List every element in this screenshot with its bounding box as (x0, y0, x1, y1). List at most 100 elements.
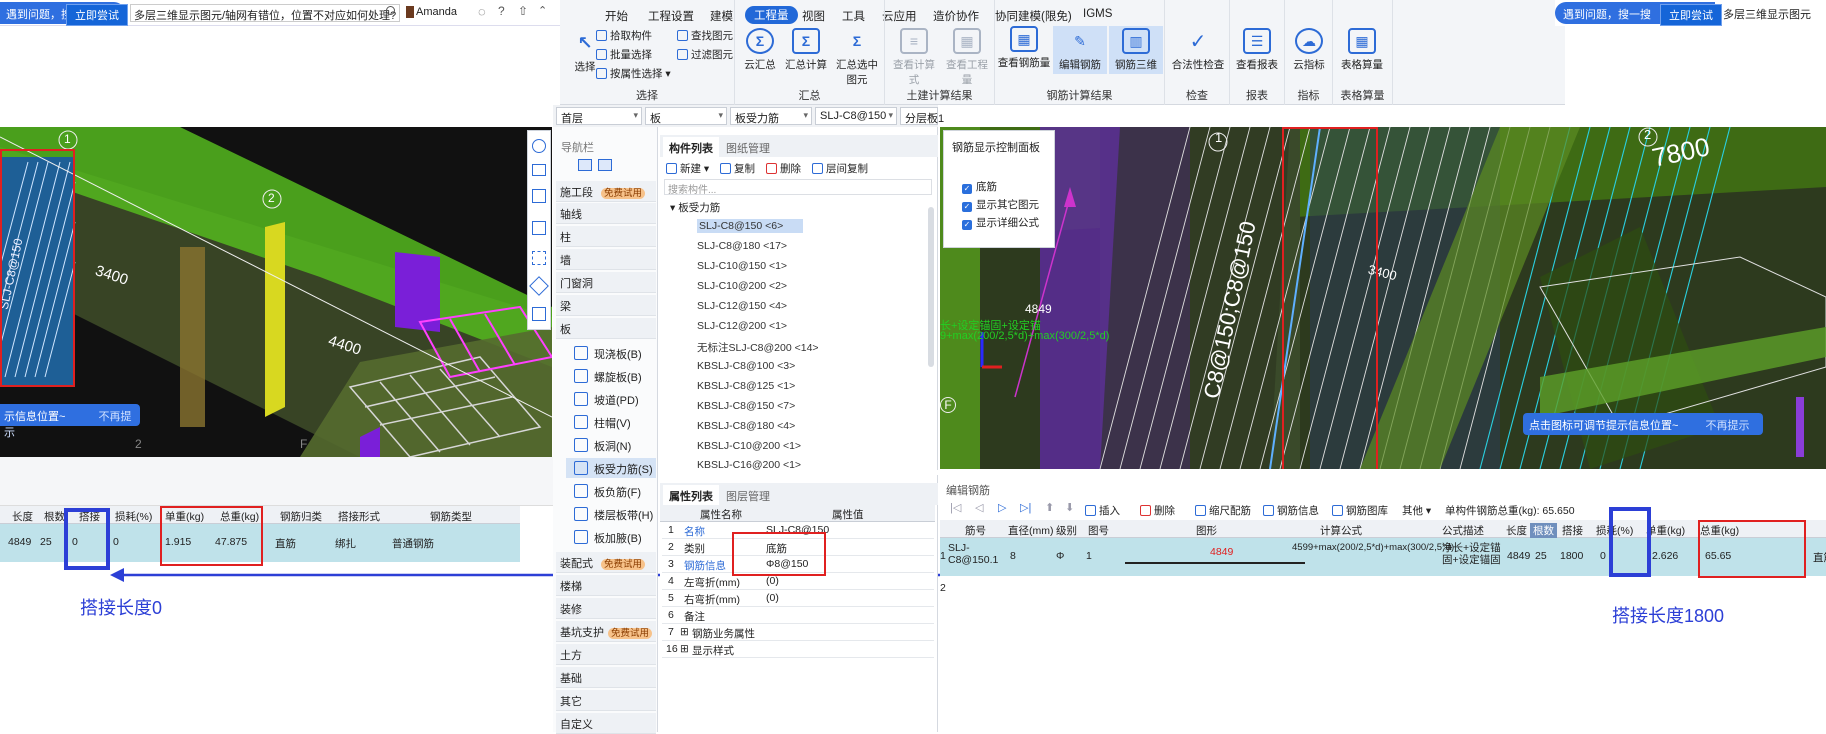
legality-check-button[interactable]: ✓ 合法性检查 (1169, 28, 1227, 72)
new-button[interactable]: 新建 ▾ (666, 161, 709, 176)
nav-sub-neg-rebar[interactable]: 板负筋(F) (566, 481, 656, 501)
nav-prefab[interactable]: 装配式 免费试用 (556, 552, 656, 573)
name-select[interactable]: SLJ-C8@150 (815, 107, 897, 125)
nav-slab[interactable]: 板 (556, 318, 656, 339)
try-now-button[interactable]: 立即尝试 (66, 4, 128, 26)
nav-custom[interactable]: 自定义 (556, 713, 656, 734)
right-hint-dismiss[interactable]: 不再提示 (1706, 420, 1750, 432)
user-name[interactable]: Amanda (416, 6, 457, 18)
tab-property-list[interactable]: 属性列表 (663, 485, 719, 507)
property-row[interactable]: 16 ⊞ 显示样式 (662, 641, 934, 658)
filter-element-button[interactable]: 过滤图元 (677, 47, 733, 62)
scale-rebar-button[interactable]: 缩尺配筋 (1195, 503, 1251, 518)
nav-sub-slab-haunch[interactable]: 板加腋(B) (566, 527, 656, 547)
orbit-icon[interactable] (532, 139, 546, 153)
copy-button[interactable]: 复制 (720, 161, 755, 176)
floor-copy-button[interactable]: 层间复制 (812, 161, 868, 176)
nav-construction-section[interactable]: 施工段 免费试用 (556, 181, 656, 202)
nav-wall[interactable]: 墙 (556, 249, 656, 270)
tree-scrollbar[interactable] (928, 207, 934, 367)
skin-icon[interactable]: ⇧ (518, 4, 528, 18)
table-quantity-button[interactable]: ▦ 表格算量 (1339, 28, 1385, 72)
pick-component-button[interactable]: 拾取构件 (596, 28, 652, 43)
nav-sub-column-cap[interactable]: 柱帽(V) (566, 412, 656, 432)
edit-rebar-button[interactable]: ✎ 编辑钢筋 (1053, 26, 1107, 74)
tree-item[interactable]: KBSLJ-C8@180 <4> (697, 420, 795, 432)
cloud-summary-button[interactable]: Σ 云汇总 (737, 28, 783, 72)
floor-select[interactable]: 首层 (556, 107, 642, 125)
summary-selected-button[interactable]: Σ 汇总选中图元 (831, 28, 883, 87)
view-report-button[interactable]: ☰ 查看报表 (1234, 28, 1280, 72)
nav-sub-ramp[interactable]: 坡道(PD) (566, 389, 656, 409)
cloud-index-button[interactable]: ☁ 云指标 (1286, 28, 1332, 72)
message-icon[interactable]: ◌ (478, 4, 486, 19)
view-quantity-button[interactable]: ▦ 查看工程量 (941, 28, 993, 87)
category-select[interactable]: 板 (645, 107, 727, 125)
first-icon[interactable]: |◁ (950, 501, 961, 514)
note-icon[interactable] (532, 307, 546, 321)
tree-item-selected[interactable]: SLJ-C8@150 <6> (697, 219, 804, 233)
tab-component-list[interactable]: 构件列表 (663, 137, 719, 159)
nav-axis[interactable]: 轴线 (556, 203, 656, 224)
nav-beam[interactable]: 梁 (556, 295, 656, 316)
nav-earthwork[interactable]: 土方 (556, 644, 656, 665)
nav-sub-slab-band[interactable]: 楼层板带(H) (566, 504, 656, 524)
tree-item[interactable]: KBSLJ-C8@100 <3> (697, 360, 795, 372)
layer-select[interactable]: 分层板1 (900, 107, 944, 125)
right-grid-row[interactable]: 1 SLJ-C8@150.1 8 Φ 1 4849 4599+max(200/2… (940, 538, 1826, 576)
nav-tree-icon[interactable] (598, 159, 612, 171)
property-row[interactable]: 7 ⊞ 钢筋业务属性 (662, 624, 934, 641)
insert-button[interactable]: 插入 (1085, 503, 1120, 518)
tree-item[interactable]: KBSLJ-C16@200 <1> (697, 459, 801, 471)
r-cell-lap[interactable]: 1800 (1560, 550, 1583, 562)
up-icon[interactable]: ⬆ (1045, 501, 1054, 514)
type-select[interactable]: 板受力筋 (730, 107, 812, 125)
rebar-info-button[interactable]: 钢筋信息 (1263, 503, 1319, 518)
view-rebar-qty-button[interactable]: ▦ 查看钢筋量 (997, 26, 1051, 70)
avatar[interactable] (406, 6, 414, 18)
component-search-input[interactable]: 搜索构件... (664, 179, 932, 196)
tree-item[interactable]: SLJ-C8@180 <17> (697, 240, 787, 252)
nav-stairs[interactable]: 楼梯 (556, 575, 656, 596)
collapse-icon[interactable]: ⌃ (538, 4, 547, 17)
other-button[interactable]: 其他 ▾ (1402, 503, 1431, 518)
layer-icon[interactable] (529, 276, 549, 296)
grid-delete-button[interactable]: 删除 (1140, 503, 1175, 518)
right-help-question[interactable]: 多层三维显示图元 (1723, 6, 1811, 22)
help-question-input[interactable]: 多层三维显示图元/轴网有错位，位置不对应如何处理? (130, 4, 400, 22)
left-3d-viewport[interactable]: 1 2 3400 4400 SLJ-C8@150 示信息位置~ 不再提示 2 F (0, 127, 552, 457)
batch-select-button[interactable]: 批量选择 (596, 47, 652, 62)
right-try-now-button[interactable]: 立即尝试 (1660, 4, 1722, 26)
tree-item[interactable]: SLJ-C10@150 <1> (697, 260, 787, 272)
select-by-attr-button[interactable]: 按属性选择 ▾ (596, 66, 671, 81)
next-icon[interactable]: ▷ (998, 501, 1006, 514)
prev-icon[interactable]: ◁ (975, 501, 983, 514)
tab-drawing-manage[interactable]: 图纸管理 (720, 137, 776, 159)
nav-list-icon[interactable] (578, 159, 592, 171)
2d-view-icon[interactable] (532, 164, 546, 176)
summary-calc-button[interactable]: Σ 汇总计算 (783, 28, 829, 72)
delete-button[interactable]: 删除 (766, 161, 801, 176)
nav-column[interactable]: 柱 (556, 226, 656, 247)
tree-item[interactable]: KBSLJ-C10@200 <1> (697, 440, 801, 452)
property-row[interactable]: 5 右弯折(mm) (0) (662, 590, 934, 607)
property-row[interactable]: 6 备注 (662, 607, 934, 624)
tab-layer-manage[interactable]: 图层管理 (720, 485, 776, 507)
tree-root[interactable]: ▾ 板受力筋 (670, 200, 720, 215)
down-icon[interactable]: ⬇ (1065, 501, 1074, 514)
help-icon[interactable]: ? (498, 4, 505, 18)
nav-decoration[interactable]: 装修 (556, 598, 656, 619)
3d-box-icon[interactable] (532, 189, 546, 203)
nav-sub-spiral-slab[interactable]: 螺旋板(B) (566, 366, 656, 386)
option-show-others[interactable]: ✓ 显示其它图元 (962, 197, 1039, 212)
tree-item[interactable]: SLJ-C12@150 <4> (697, 300, 787, 312)
nav-sub-slab-rebar[interactable]: 板受力筋(S) (566, 458, 656, 478)
rebar-library-button[interactable]: 钢筋图库 (1332, 503, 1388, 518)
tree-item[interactable]: SLJ-C10@200 <2> (697, 280, 787, 292)
tree-item[interactable]: SLJ-C12@200 <1> (697, 320, 787, 332)
cube-icon[interactable] (532, 221, 546, 235)
rebar-3d-button[interactable]: ▥ 钢筋三维 (1109, 26, 1163, 74)
right-3d-viewport[interactable]: 1 2 7800 3400 4849 长+设定锚固+设定锚 9+max(200/… (940, 127, 1826, 469)
tree-item[interactable]: KBSLJ-C8@125 <1> (697, 380, 795, 392)
nav-pit-support[interactable]: 基坑支护 免费试用 (556, 621, 656, 642)
